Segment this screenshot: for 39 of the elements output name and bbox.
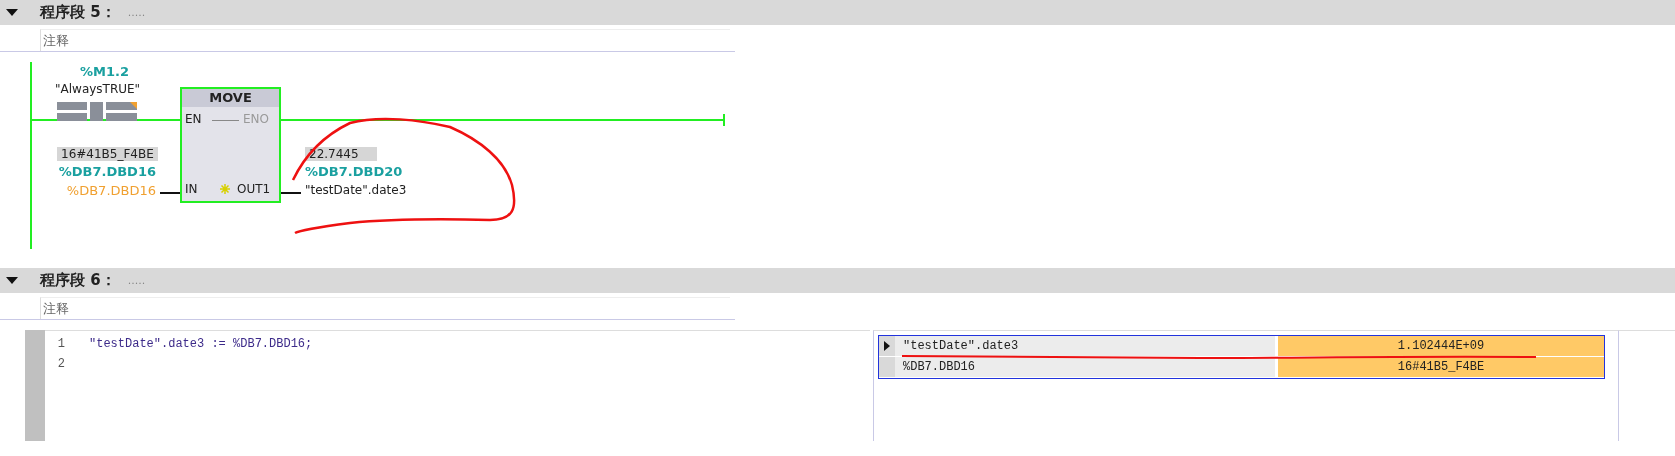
eno-pin: ENO (243, 112, 269, 126)
input-operand: %DB7.DBD16 (66, 183, 156, 198)
in-pin: IN (185, 182, 198, 196)
sparkle-icon (220, 184, 230, 194)
network-header[interactable]: 程序段 5： ..... (0, 0, 1675, 25)
en-pin: EN (185, 112, 202, 126)
code-line: "testDate".date3 := %DB7.DBD16; (89, 337, 313, 353)
line-number: 2 (56, 357, 65, 373)
out-pin: OUT1 (237, 182, 271, 196)
output-address: %DB7.DBD20 (305, 164, 403, 179)
input-value: 16#41B5_F4BE (57, 147, 158, 161)
contact-symbol: "AlwaysTRUE" (55, 82, 141, 96)
move-block[interactable]: MOVE EN ENO IN OUT1 (180, 87, 281, 203)
input-address: %DB7.DBD16 (58, 164, 156, 179)
watch-name: %DB7.DBD16 (895, 357, 1275, 377)
watch-name: "testDate".date3 (895, 336, 1275, 356)
collapse-icon[interactable] (6, 277, 18, 284)
contact-address: %M1.2 (80, 64, 129, 79)
comment-field[interactable]: 注释 (40, 297, 730, 319)
output-value: 22.7445 (305, 147, 377, 161)
row-header[interactable] (879, 336, 895, 356)
output-operand: "testDate".date3 (305, 183, 407, 197)
network-dots: ..... (127, 6, 146, 19)
watch-value: 1.102444E+09 (1278, 336, 1604, 356)
input-wire (160, 192, 180, 194)
collapse-icon[interactable] (6, 9, 18, 16)
en-eno-line (212, 120, 239, 121)
code-editor[interactable]: 1 "testDate".date3 := %DB7.DBD16; 2 (45, 330, 870, 441)
network-title: 程序段 6： (40, 271, 116, 290)
output-wire (281, 192, 301, 194)
network-title: 程序段 5： (40, 3, 116, 22)
row-pointer-icon (884, 341, 890, 351)
line-number: 1 (56, 337, 65, 353)
watch-value: 16#41B5_F4BE (1278, 357, 1604, 377)
network-header[interactable]: 程序段 6： ..... (0, 268, 1675, 293)
comment-field[interactable]: 注释 (40, 29, 730, 51)
block-title: MOVE (182, 89, 279, 107)
network-dots: ..... (127, 274, 146, 287)
contact-icon (57, 102, 138, 122)
